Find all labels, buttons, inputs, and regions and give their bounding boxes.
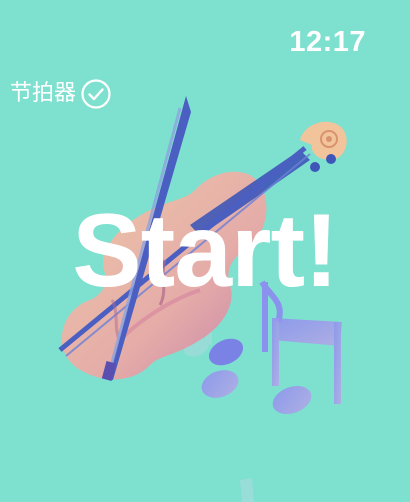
beamed-notes-icon (201, 318, 342, 415)
start-button[interactable]: Start! (0, 196, 410, 306)
watch-screen: 12:17 节拍器 Start! (0, 0, 410, 502)
status-time: 12:17 (289, 26, 366, 58)
check-circle-icon (80, 78, 112, 110)
app-title: 节拍器 (10, 81, 77, 106)
faint-note-bottom (240, 478, 254, 502)
app-header[interactable]: 节拍器 (10, 77, 112, 111)
